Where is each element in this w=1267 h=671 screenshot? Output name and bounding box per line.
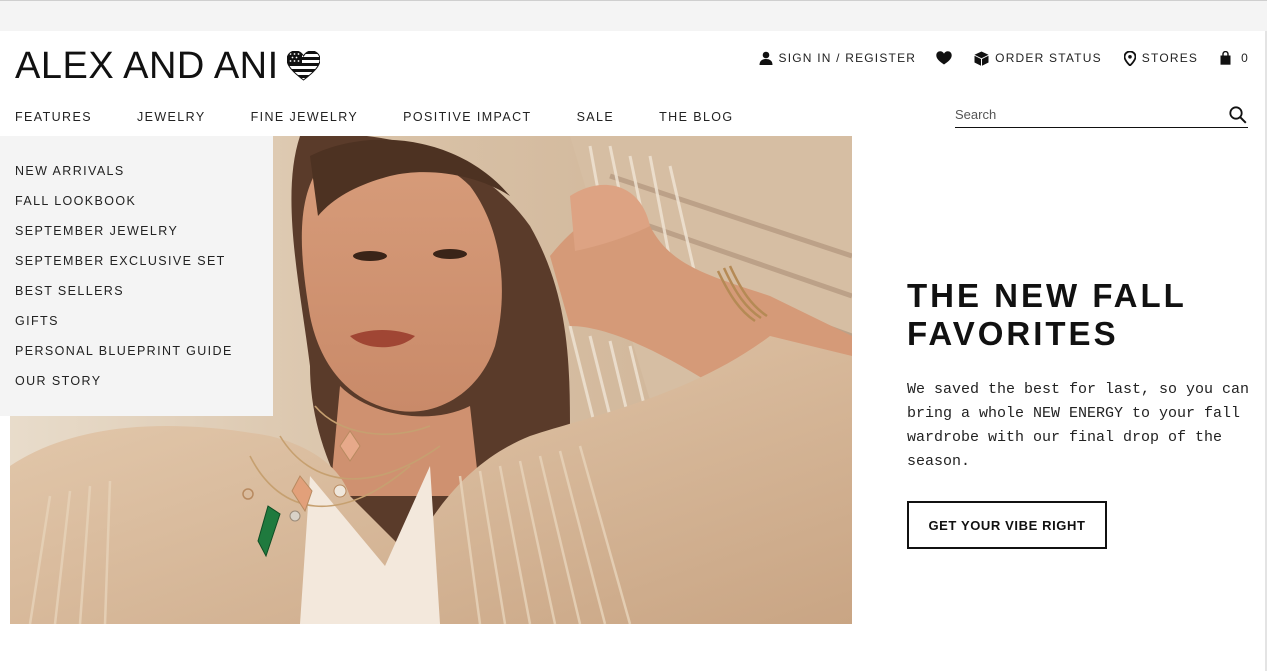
shopping-bag-icon xyxy=(1220,51,1231,65)
main-nav: FEATURES JEWELRY FINE JEWELRY POSITIVE I… xyxy=(15,108,779,126)
order-status-label: ORDER STATUS xyxy=(995,51,1102,65)
nav-fine-jewelry[interactable]: FINE JEWELRY xyxy=(251,110,359,124)
heart-icon xyxy=(936,51,952,65)
sign-in-label: SIGN IN / REGISTER xyxy=(778,51,917,65)
brand-logo[interactable]: ALEX AND ANI xyxy=(15,45,321,87)
wishlist-link[interactable] xyxy=(936,51,952,65)
features-dropdown: NEW ARRIVALS FALL LOOKBOOK SEPTEMBER JEW… xyxy=(0,136,273,416)
menu-september-exclusive-set[interactable]: SEPTEMBER EXCLUSIVE SET xyxy=(0,253,273,283)
nav-sale[interactable]: SALE xyxy=(577,110,615,124)
hero-promo: THE NEW FALL FAVORITES We saved the best… xyxy=(907,277,1252,549)
promo-description: We saved the best for last, so you can b… xyxy=(907,381,1250,470)
american-flag-heart-icon xyxy=(286,50,321,81)
menu-our-story[interactable]: OUR STORY xyxy=(0,373,273,403)
nav-jewelry[interactable]: JEWELRY xyxy=(137,110,206,124)
browser-top-strip xyxy=(0,0,1267,31)
promo-title-line-1: THE NEW FALL xyxy=(907,277,1187,314)
menu-new-arrivals[interactable]: NEW ARRIVALS xyxy=(0,163,273,193)
search-bar xyxy=(955,102,1248,128)
nav-features[interactable]: FEATURES xyxy=(15,110,92,124)
nav-the-blog[interactable]: THE BLOG xyxy=(659,110,733,124)
stores-label: STORES xyxy=(1141,51,1199,65)
promo-title: THE NEW FALL FAVORITES xyxy=(907,277,1252,353)
search-icon xyxy=(1229,105,1247,124)
nav-positive-impact[interactable]: POSITIVE IMPACT xyxy=(403,110,531,124)
stores-link[interactable]: STORES xyxy=(1123,50,1199,66)
get-your-vibe-right-button[interactable]: GET YOUR VIBE RIGHT xyxy=(907,501,1107,549)
search-input[interactable] xyxy=(955,103,1228,126)
order-status-link[interactable]: ORDER STATUS xyxy=(974,51,1102,66)
menu-fall-lookbook[interactable]: FALL LOOKBOOK xyxy=(0,193,273,223)
brand-name: ALEX AND ANI xyxy=(15,45,279,87)
menu-september-jewelry[interactable]: SEPTEMBER JEWELRY xyxy=(0,223,273,253)
sign-in-link[interactable]: SIGN IN / REGISTER xyxy=(759,51,917,65)
bag-count: 0 xyxy=(1241,51,1249,65)
promo-title-line-2: FAVORITES xyxy=(907,315,1119,352)
search-button[interactable] xyxy=(1228,105,1248,125)
menu-best-sellers[interactable]: BEST SELLERS xyxy=(0,283,273,313)
utility-nav: SIGN IN / REGISTER ORDER STATUS STORES 0 xyxy=(759,48,1249,68)
menu-gifts[interactable]: GIFTS xyxy=(0,313,273,343)
location-pin-icon xyxy=(1123,50,1136,66)
box-icon xyxy=(974,51,989,66)
shopping-bag-link[interactable]: 0 xyxy=(1220,51,1249,65)
user-icon xyxy=(759,51,773,65)
menu-personal-blueprint-guide[interactable]: PERSONAL BLUEPRINT GUIDE xyxy=(0,343,273,373)
